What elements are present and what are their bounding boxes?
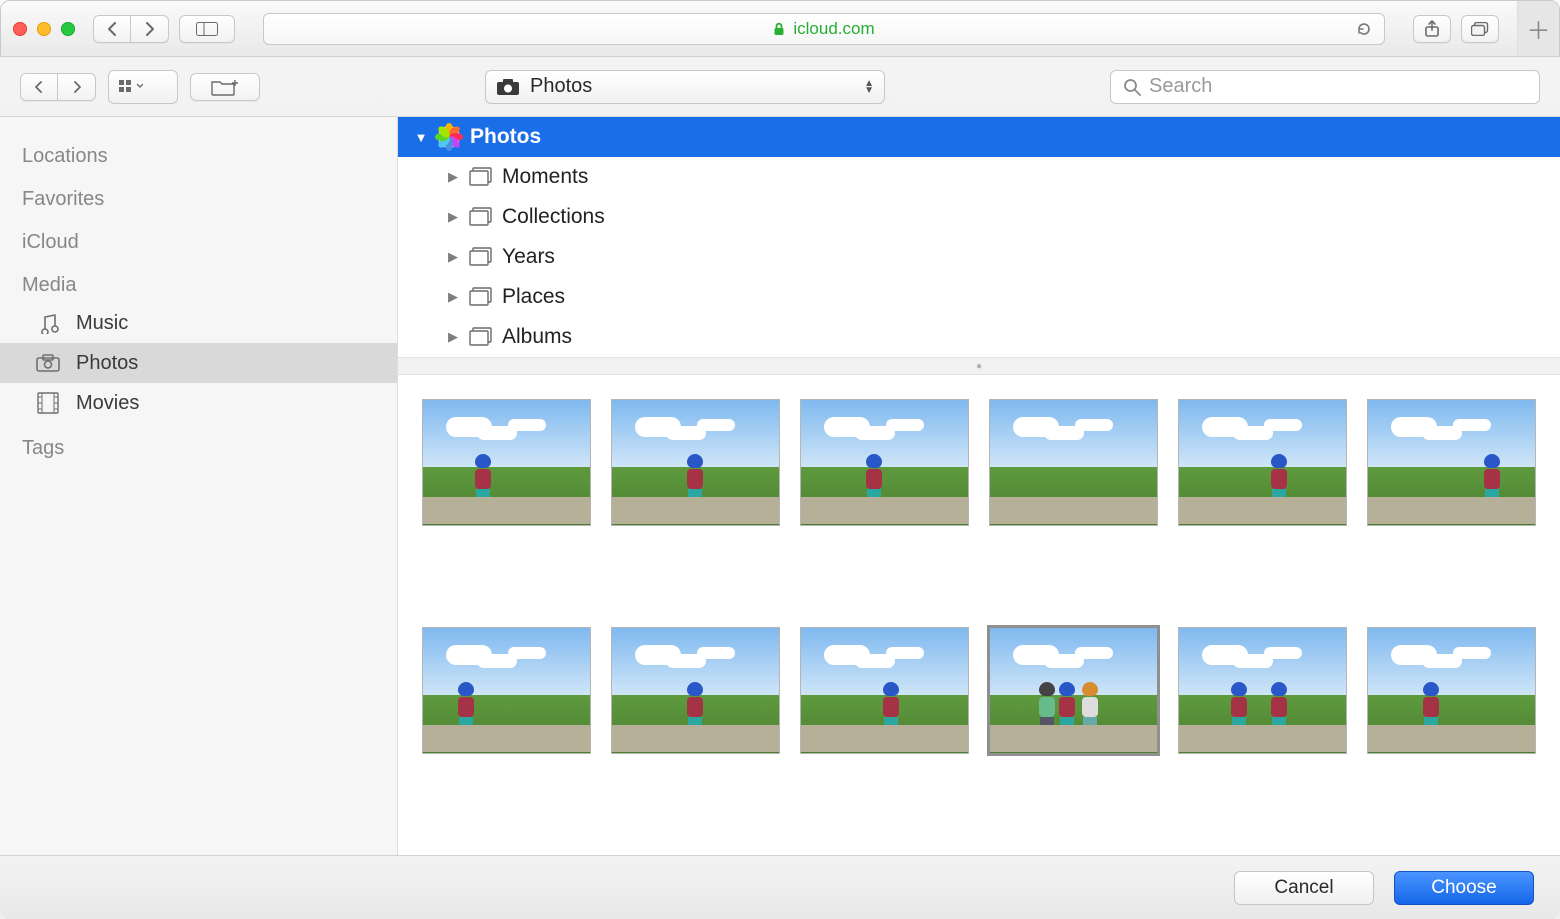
photo-thumbnail[interactable] [989,399,1158,526]
film-icon [34,391,62,415]
chevron-right-icon: ▶ [446,289,460,305]
photo-thumbnail[interactable] [800,399,969,526]
photo-thumbnail[interactable] [1178,627,1347,754]
tree-item-label: Albums [502,325,572,349]
photos-app-icon [436,126,462,148]
tree-item-albums[interactable]: ▶ Albums [398,317,1560,357]
photo-thumbnail[interactable] [422,399,591,526]
search-input[interactable]: Search [1110,70,1540,104]
sidebar-section-favorites: Favorites [0,174,397,217]
stack-icon [468,246,494,268]
chevron-right-icon: ▶ [446,249,460,265]
back-button[interactable] [93,15,131,43]
lock-icon [773,22,785,36]
sidebar: Locations Favorites iCloud Media Music P… [0,117,398,855]
photo-thumbnail[interactable] [1178,399,1347,526]
share-button[interactable] [1413,15,1451,43]
tree-item-label: Moments [502,165,588,189]
grid-icon [119,80,143,94]
panel-back-button[interactable] [20,73,58,101]
search-placeholder: Search [1149,75,1212,98]
sidebar-section-tags: Tags [0,423,397,466]
folder-plus-icon [211,78,239,96]
stack-icon [468,206,494,228]
choose-button[interactable]: Choose [1394,871,1534,905]
new-folder-button[interactable] [190,73,260,101]
open-panel-toolbar: Photos ▲▼ Search [0,57,1560,117]
splitter-handle[interactable]: ● [398,357,1560,375]
photo-thumbnail[interactable] [989,627,1158,754]
tree-item-label: Collections [502,205,605,229]
sidebar-item-label: Photos [76,352,138,375]
stack-icon [468,166,494,188]
sidebar-section-media: Media [0,260,397,303]
photo-thumbnail[interactable] [1367,399,1536,526]
cancel-button-label: Cancel [1274,877,1333,899]
close-window-button[interactable] [13,22,27,36]
music-icon [34,311,62,335]
zoom-window-button[interactable] [61,22,75,36]
stack-icon [468,326,494,348]
history-nav [20,73,96,101]
sidebar-item-photos[interactable]: Photos [0,343,397,383]
photo-thumbnail[interactable] [611,399,780,526]
choose-button-label: Choose [1431,877,1497,899]
location-popup[interactable]: Photos ▲▼ [485,70,885,104]
url-host: icloud.com [793,19,874,39]
tree-root-photos[interactable]: ▼ [398,117,1560,157]
updown-icon: ▲▼ [844,80,874,94]
tree-item-label: Years [502,245,555,269]
stack-icon [468,286,494,308]
sidebar-item-movies[interactable]: Movies [0,383,397,423]
open-panel-footer: Cancel Choose [0,855,1560,919]
photo-thumbnail[interactable] [800,627,969,754]
sidebar-section-locations: Locations [0,131,397,174]
nav-back-forward [93,15,169,43]
chevron-down-icon: ▼ [414,130,428,145]
thumbnail-grid [398,375,1560,855]
tree-item-years[interactable]: ▶ Years [398,237,1560,277]
sidebar-item-music[interactable]: Music [0,303,397,343]
tree-item-label: Places [502,285,565,309]
panel-forward-button[interactable] [58,73,96,101]
tree-root-label: Photos [470,125,541,149]
new-tab-button[interactable]: ＋ [1517,1,1559,57]
sidebar-item-label: Music [76,312,128,335]
chevron-right-icon: ▶ [446,169,460,185]
photo-thumbnail[interactable] [1367,627,1536,754]
camera-icon [34,351,62,375]
show-tabs-button[interactable] [1461,15,1499,43]
search-icon [1123,78,1141,96]
chevron-right-icon: ▶ [446,209,460,225]
tree-item-places[interactable]: ▶ Places [398,277,1560,317]
open-panel-body: Locations Favorites iCloud Media Music P… [0,117,1560,855]
forward-button[interactable] [131,15,169,43]
photo-thumbnail[interactable] [422,627,591,754]
reload-button[interactable] [1356,21,1372,37]
safari-window: icloud.com ＋ [0,0,1560,919]
browser-titlebar: icloud.com ＋ [1,1,1559,57]
sidebar-section-icloud: iCloud [0,217,397,260]
tree-item-moments[interactable]: ▶ Moments [398,157,1560,197]
address-bar[interactable]: icloud.com [263,13,1385,45]
camera-icon [496,78,520,96]
chevron-right-icon: ▶ [446,329,460,345]
tree-item-collections[interactable]: ▶ Collections [398,197,1560,237]
minimize-window-button[interactable] [37,22,51,36]
content-area: ▼ [398,117,1560,855]
source-tree: ▼ [398,117,1560,357]
open-panel: Photos ▲▼ Search Locations Favorites iCl… [0,56,1560,919]
location-popup-label: Photos [530,75,592,98]
window-controls [13,22,75,36]
show-sidebar-button[interactable] [179,15,235,43]
cancel-button[interactable]: Cancel [1234,871,1374,905]
sidebar-item-label: Movies [76,392,139,415]
photo-thumbnail[interactable] [611,627,780,754]
view-mode-button[interactable] [108,70,178,104]
